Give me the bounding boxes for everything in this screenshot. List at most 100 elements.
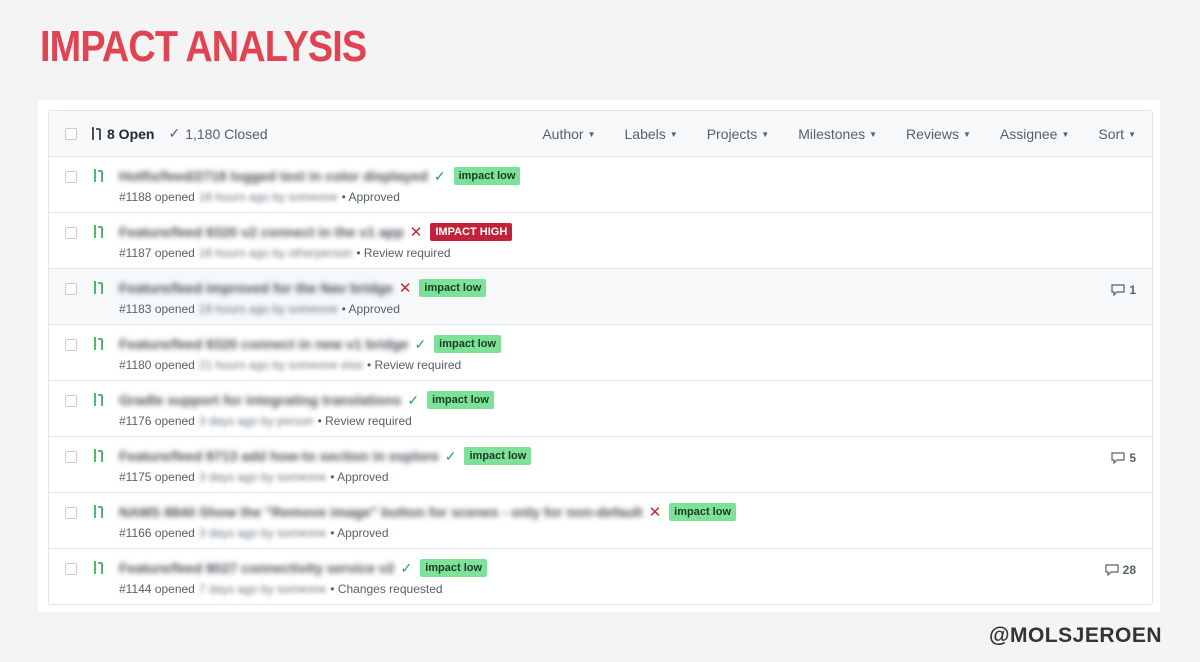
comments-link[interactable]: 28 [1105, 563, 1136, 577]
row-title-line: NAMS 8840 Show the "Remove image" button… [119, 503, 736, 521]
check-icon: ✓ [407, 391, 420, 408]
pull-request-title-link[interactable]: Feature/feed 8713 add how-to section in … [119, 448, 439, 464]
impact-label[interactable]: impact low [464, 447, 532, 465]
row-checkbox[interactable] [65, 171, 77, 183]
table-row[interactable]: NAMS 8840 Show the "Remove image" button… [49, 493, 1152, 549]
pull-request-title-link[interactable]: Feature/feed improved for the Nav bridge [119, 280, 393, 296]
pull-request-list: 8 Open ✓ 1,180 Closed Author ▼ Labels ▼ Pr… [48, 110, 1153, 605]
row-checkbox[interactable] [65, 339, 77, 351]
check-icon: ✓ [433, 167, 446, 184]
pull-request-title-link[interactable]: Gradle support for integrating translati… [119, 392, 401, 408]
caret-down-icon: ▼ [587, 129, 596, 139]
pull-request-icon [93, 449, 104, 468]
row-title-line: Feature/feed 8320 v2 connect in the v1 a… [119, 223, 513, 241]
row-title-line: Hotfix/feed/2718 logged text in color di… [119, 167, 521, 185]
table-row[interactable]: Feature/feed 8320 connect in new v1 brid… [49, 325, 1152, 381]
open-filter-link[interactable]: 8 Open [91, 126, 154, 142]
pr-number-opened: #1175 opened [119, 470, 195, 484]
filter-projects[interactable]: Projects ▼ [707, 126, 770, 142]
caret-down-icon: ▼ [1061, 129, 1070, 139]
filter-label: Reviews [906, 125, 959, 142]
filter-label: Author [542, 125, 584, 142]
row-meta: #1183 opened 18 hours ago by someone • A… [119, 302, 400, 316]
row-title-line: Feature/feed 8713 add how-to section in … [119, 447, 532, 465]
review-status: • Approved [330, 526, 389, 540]
review-status: • Approved [330, 470, 389, 484]
opened-by: 18 hours ago by otherperson [198, 246, 353, 260]
check-icon: ✓ [444, 447, 457, 464]
row-meta: #1166 opened 3 days ago by someone • App… [119, 526, 389, 540]
review-status: • Review required [317, 414, 412, 428]
filter-reviews[interactable]: Reviews ▼ [906, 126, 971, 142]
pr-number-opened: #1187 opened [119, 246, 195, 260]
opened-by: 3 days ago by someone [198, 470, 327, 484]
open-count: 8 Open [107, 125, 155, 142]
row-meta: #1144 opened 7 days ago by someone • Cha… [119, 582, 443, 596]
row-checkbox[interactable] [65, 507, 77, 519]
row-meta: #1180 opened 21 hours ago by someone els… [119, 358, 461, 372]
impact-label[interactable]: IMPACT HIGH [430, 223, 513, 241]
impact-label[interactable]: impact low [420, 559, 488, 577]
select-all-checkbox[interactable] [65, 127, 77, 140]
row-title-line: Feature/feed 8027 connectivity service v… [119, 559, 488, 577]
row-meta: #1175 opened 3 days ago by someone • App… [119, 470, 389, 484]
impact-label[interactable]: impact low [453, 167, 521, 185]
pr-number-opened: #1144 opened [119, 582, 195, 596]
comment-icon [1111, 452, 1125, 464]
opened-by: 7 days ago by someone [198, 582, 327, 596]
opened-by: 18 hours ago by someone [198, 302, 338, 316]
impact-label[interactable]: impact low [427, 391, 494, 409]
row-checkbox[interactable] [65, 283, 77, 295]
closed-filter-link[interactable]: ✓ 1,180 Closed [168, 125, 267, 142]
table-row[interactable]: Feature/feed 8027 connectivity service v… [49, 549, 1152, 604]
caret-down-icon: ▼ [669, 129, 678, 139]
row-title-line: Feature/feed improved for the Nav bridge… [119, 279, 487, 297]
filter-author[interactable]: Author ▼ [542, 126, 595, 142]
impact-label[interactable]: impact low [434, 335, 502, 353]
table-row[interactable]: Feature/feed improved for the Nav bridge… [49, 269, 1152, 325]
pull-request-icon [93, 225, 104, 244]
row-checkbox[interactable] [65, 395, 77, 407]
table-row[interactable]: Gradle support for integrating translati… [49, 381, 1152, 437]
comment-count: 1 [1129, 283, 1136, 297]
list-header: 8 Open ✓ 1,180 Closed Author ▼ Labels ▼ Pr… [49, 111, 1152, 157]
pull-request-title-link[interactable]: Hotfix/feed/2718 logged text in color di… [119, 168, 428, 184]
pr-number-opened: #1188 opened [119, 190, 195, 204]
caret-down-icon: ▼ [962, 129, 971, 139]
pull-request-title-link[interactable]: Feature/feed 8320 connect in new v1 brid… [119, 336, 408, 352]
row-title-line: Feature/feed 8320 connect in new v1 brid… [119, 335, 502, 353]
slide-title: IMPACT ANALYSIS [40, 22, 367, 71]
table-row[interactable]: Feature/feed 8320 v2 connect in the v1 a… [49, 213, 1152, 269]
impact-label[interactable]: impact low [669, 503, 736, 521]
filter-label: Assignee [999, 125, 1058, 142]
pull-request-icon [93, 561, 104, 580]
row-checkbox[interactable] [65, 563, 77, 575]
review-status: • Review required [366, 358, 462, 372]
row-meta: #1188 opened 18 hours ago by someone • A… [119, 190, 400, 204]
comment-icon [1105, 564, 1119, 576]
comments-link[interactable]: 1 [1111, 283, 1136, 297]
x-icon: ✕ [648, 504, 662, 521]
pull-request-title-link[interactable]: NAMS 8840 Show the "Remove image" button… [119, 504, 643, 520]
pull-request-icon [93, 337, 104, 356]
pull-request-title-link[interactable]: Feature/feed 8320 v2 connect in the v1 a… [119, 224, 404, 240]
row-checkbox[interactable] [65, 451, 77, 463]
pull-request-title-link[interactable]: Feature/feed 8027 connectivity service v… [119, 560, 394, 576]
table-row[interactable]: Feature/feed 8713 add how-to section in … [49, 437, 1152, 493]
comment-count: 28 [1122, 563, 1136, 577]
opened-by: 3 days ago by person [198, 414, 314, 428]
row-checkbox[interactable] [65, 227, 77, 239]
pull-request-rows: Hotfix/feed/2718 logged text in color di… [49, 157, 1152, 604]
table-row[interactable]: Hotfix/feed/2718 logged text in color di… [49, 157, 1152, 213]
impact-label[interactable]: impact low [419, 279, 487, 297]
comment-count: 5 [1129, 451, 1136, 465]
caret-down-icon: ▼ [869, 129, 878, 139]
filter-labels[interactable]: Labels ▼ [625, 126, 678, 142]
filter-assignee[interactable]: Assignee ▼ [1000, 126, 1070, 142]
state-filters: 8 Open ✓ 1,180 Closed [91, 125, 268, 142]
author-handle: @MOLSJEROEN [989, 624, 1162, 647]
filter-sort[interactable]: Sort ▼ [1098, 126, 1136, 142]
opened-by: 21 hours ago by someone else [198, 358, 363, 372]
comments-link[interactable]: 5 [1111, 451, 1136, 465]
filter-milestones[interactable]: Milestones ▼ [798, 126, 877, 142]
